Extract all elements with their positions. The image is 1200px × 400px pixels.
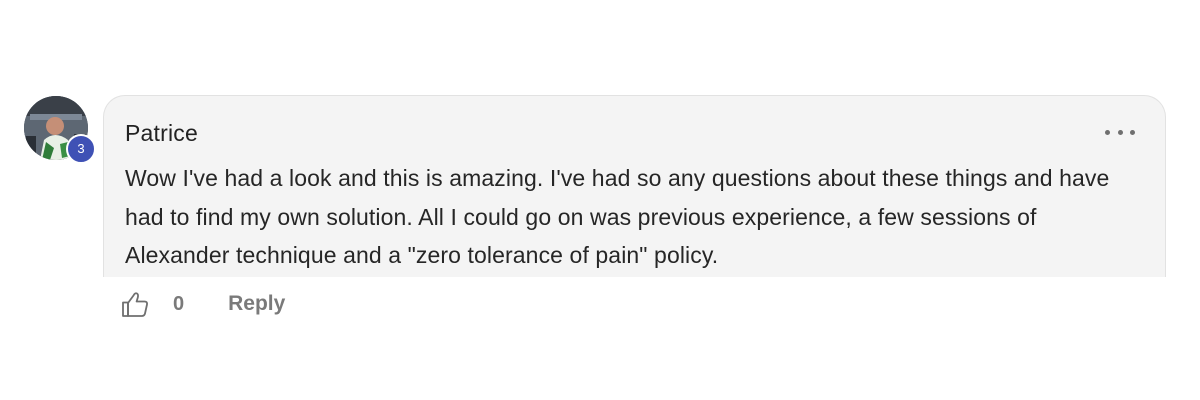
reply-button[interactable]: Reply [228, 292, 285, 316]
like-button[interactable] [118, 286, 152, 322]
more-options-icon [1105, 129, 1110, 135]
level-badge: 3 [66, 134, 96, 164]
avatar-container[interactable]: 3 [24, 96, 96, 164]
comment-actions: 0 Reply [118, 284, 285, 324]
comment: 3 Patrice Wow I've had a look and this i… [0, 0, 1200, 400]
thumbs-up-icon [122, 292, 148, 317]
comment-text: Wow I've had a look and this is amazing.… [125, 165, 1110, 268]
more-options-icon [1117, 129, 1123, 135]
more-options-button[interactable] [1105, 122, 1135, 142]
comment-bubble: Patrice Wow I've had a look and this is … [103, 95, 1166, 277]
like-count: 0 [173, 292, 185, 315]
more-options-icon [1130, 129, 1135, 135]
author-name[interactable]: Patrice [125, 120, 198, 147]
